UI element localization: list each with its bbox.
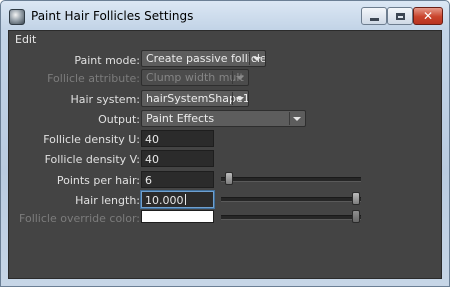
override-color-slider-track: [221, 215, 361, 220]
maya-app-icon: [9, 9, 25, 25]
hair-length-label: Hair length:: [75, 194, 140, 207]
hair-system-value: hairSystemShape1: [146, 92, 249, 105]
override-color-swatch: [141, 210, 214, 223]
paint-mode-label: Paint mode:: [74, 54, 140, 67]
follicle-attribute-label: Follicle attribute:: [47, 72, 140, 85]
chevron-down-icon: [236, 76, 244, 80]
points-per-hair-slider-handle[interactable]: [225, 172, 233, 185]
hair-length-slider-track[interactable]: [221, 197, 361, 202]
settings-window: Paint Hair Follicles Settings ✕ Edit Pai…: [0, 0, 450, 287]
chevron-down-icon: [293, 117, 301, 121]
menu-bar: Edit: [9, 31, 441, 47]
density-u-label: Follicle density U:: [43, 133, 140, 146]
follicle-attribute-dropdown: Clump width mult: [141, 69, 249, 86]
density-v-field[interactable]: 40: [141, 150, 214, 167]
chevron-down-icon: [253, 57, 261, 61]
follicle-attribute-value: Clump width mult: [146, 71, 244, 84]
override-color-slider-handle: [352, 210, 360, 223]
points-per-hair-field[interactable]: 6: [141, 171, 214, 188]
text-caret: [184, 194, 186, 205]
hair-system-label: Hair system:: [70, 93, 140, 106]
settings-panel: Edit Paint mode: Create passive follicle…: [8, 30, 442, 279]
output-dropdown[interactable]: Paint Effects: [141, 110, 306, 127]
points-per-hair-slider-track[interactable]: [221, 177, 361, 182]
window-title: Paint Hair Follicles Settings: [31, 9, 194, 23]
close-button[interactable]: ✕: [413, 7, 443, 25]
hair-length-field[interactable]: 10.000: [141, 191, 214, 208]
close-icon: ✕: [422, 9, 434, 23]
paint-mode-value: Create passive follicles: [146, 52, 266, 65]
density-v-label: Follicle density V:: [44, 153, 140, 166]
points-per-hair-label: Points per hair:: [56, 174, 140, 187]
hair-system-dropdown[interactable]: hairSystemShape1: [141, 90, 249, 107]
maximize-button[interactable]: [387, 7, 413, 25]
density-u-field[interactable]: 40: [141, 130, 214, 147]
minimize-icon: [369, 17, 379, 21]
output-value: Paint Effects: [146, 112, 215, 125]
title-bar[interactable]: Paint Hair Follicles Settings ✕: [1, 1, 449, 29]
override-color-label: Follicle override color:: [19, 212, 140, 225]
hair-length-slider-handle[interactable]: [352, 192, 360, 205]
minimize-button[interactable]: [361, 7, 387, 25]
paint-mode-dropdown[interactable]: Create passive follicles: [141, 50, 266, 67]
chevron-down-icon: [236, 97, 244, 101]
hair-length-value: 10.000: [145, 194, 184, 207]
menu-edit[interactable]: Edit: [15, 33, 36, 46]
output-label: Output:: [98, 113, 140, 126]
maximize-icon: [395, 12, 405, 20]
